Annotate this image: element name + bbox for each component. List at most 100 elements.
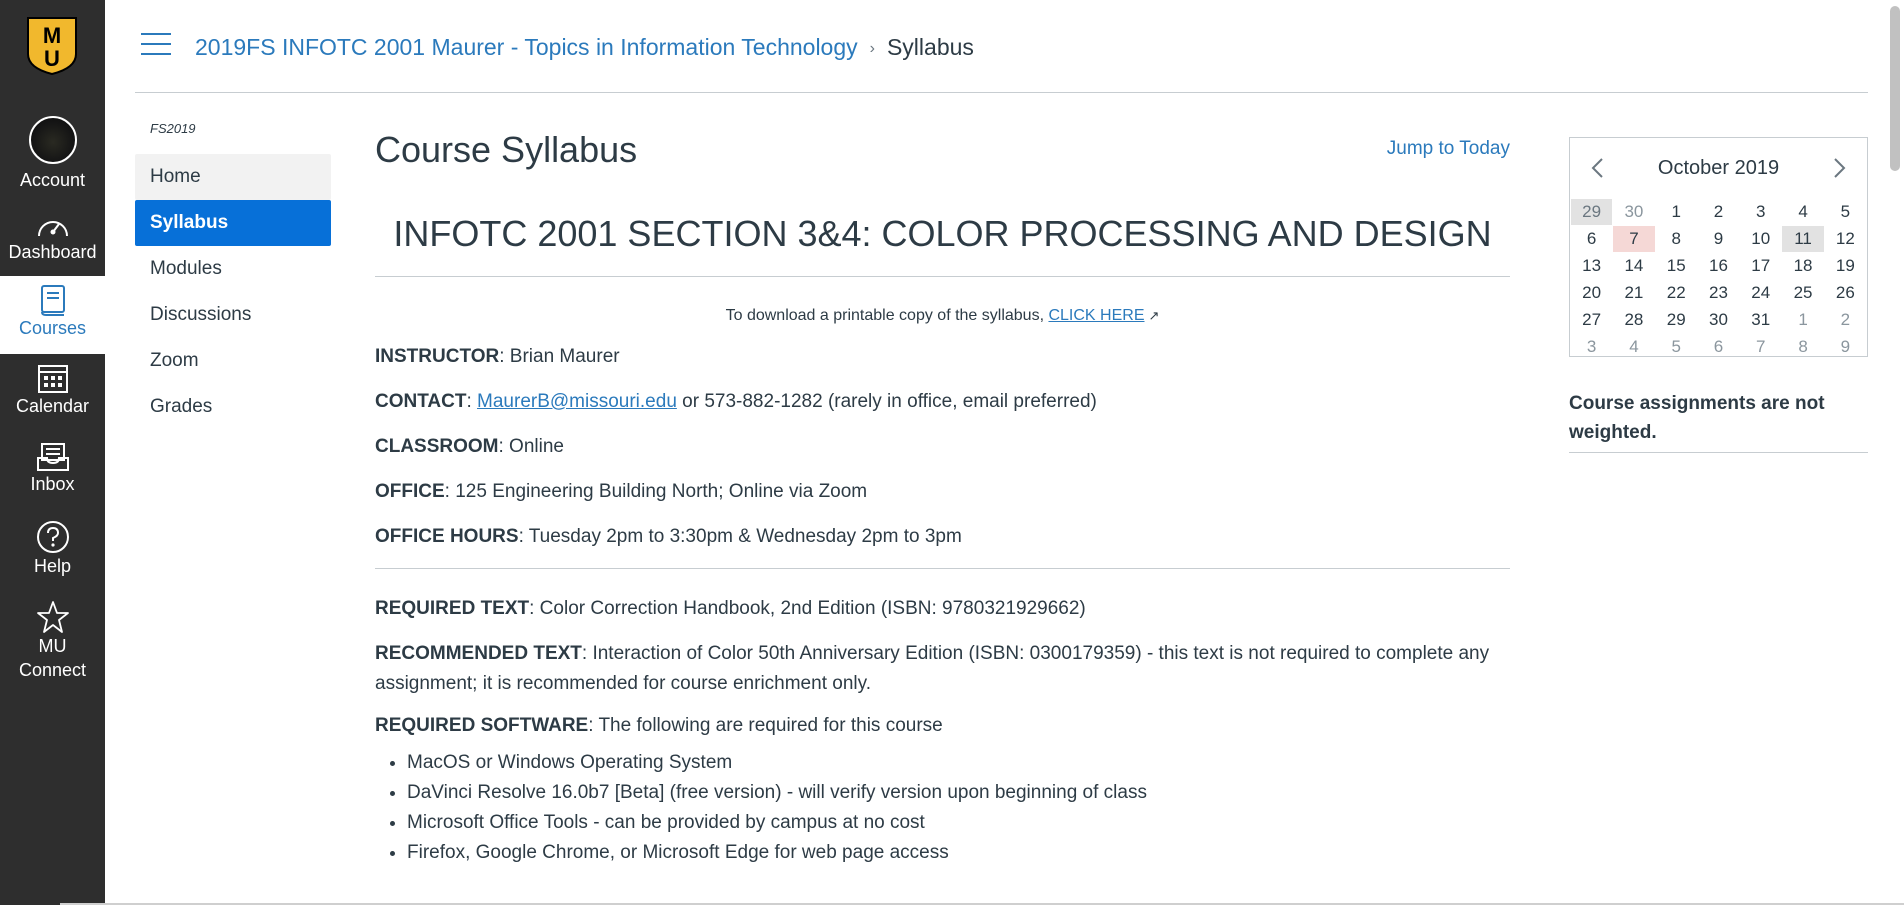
calendar-day[interactable]: 5 <box>1656 334 1697 360</box>
global-nav-inbox[interactable]: Inbox <box>0 442 105 496</box>
calendar-day[interactable]: 8 <box>1656 226 1697 252</box>
calendar-day[interactable]: 25 <box>1782 280 1823 306</box>
course-nav-discussions[interactable]: Discussions <box>135 292 331 338</box>
calendar-day[interactable]: 30 <box>1613 199 1654 225</box>
list-item: MacOS or Windows Operating System <box>407 748 1510 778</box>
calendar-day[interactable]: 6 <box>1571 226 1612 252</box>
help-icon <box>36 521 69 553</box>
calendar-grid: 29 30 1 2 3 4 5 6 7 8 9 10 11 12 13 14 15 16 17 18 19 20 21 22 2… <box>1570 198 1867 361</box>
calendar-day[interactable]: 28 <box>1613 307 1654 333</box>
svg-text:M: M <box>43 23 61 48</box>
mu-logo[interactable]: M U <box>26 16 78 76</box>
contact-label: CONTACT <box>375 391 467 412</box>
calendar-day[interactable]: 19 <box>1825 253 1866 279</box>
calendar-day[interactable]: 13 <box>1571 253 1612 279</box>
jump-to-today-link[interactable]: Jump to Today <box>1387 138 1510 160</box>
calendar-day[interactable]: 20 <box>1571 280 1612 306</box>
classroom-value: : Online <box>498 436 564 457</box>
global-nav-account[interactable]: Account <box>0 116 105 192</box>
calendar-next-button[interactable] <box>1829 156 1849 180</box>
calendar-day[interactable]: 4 <box>1613 334 1654 360</box>
avatar <box>28 116 77 164</box>
classroom-line: CLASSROOM: Online <box>375 435 1510 459</box>
recommended-text-label: RECOMMENDED TEXT <box>375 643 582 664</box>
course-nav-modules[interactable]: Modules <box>135 246 331 292</box>
calendar-day[interactable]: 7 <box>1740 334 1781 360</box>
required-text-value: : Color Correction Handbook, 2nd Edition… <box>529 598 1086 619</box>
breadcrumb-current: Syllabus <box>886 34 974 60</box>
global-nav-help[interactable]: Help <box>0 520 105 578</box>
course-nav-syllabus[interactable]: Syllabus <box>135 200 331 246</box>
course-nav-home[interactable]: Home <box>135 154 331 200</box>
calendar-day[interactable]: 11 <box>1782 226 1824 252</box>
calendar-day[interactable]: 4 <box>1782 199 1823 225</box>
required-text-label: REQUIRED TEXT <box>375 598 530 619</box>
office-hours-value: : Tuesday 2pm to 3:30pm & Wednesday 2pm … <box>518 526 962 547</box>
calendar-day[interactable]: 15 <box>1656 253 1697 279</box>
external-link-icon: ↗ <box>1148 308 1160 323</box>
breadcrumb-course-link[interactable]: 2019FS INFOTC 2001 Maurer - Topics in In… <box>195 34 858 60</box>
calendar-day[interactable]: 29 <box>1571 199 1613 225</box>
calendar-day[interactable]: 9 <box>1825 334 1866 360</box>
office-line: OFFICE: 125 Engineering Building North; … <box>375 480 1510 504</box>
calendar-day[interactable]: 16 <box>1698 253 1739 279</box>
calendar-day[interactable]: 1 <box>1782 307 1823 333</box>
office-value: : 125 Engineering Building North; Online… <box>444 481 868 502</box>
page-title: Course Syllabus <box>375 129 638 170</box>
global-nav-courses[interactable]: Courses <box>0 276 105 354</box>
weights-note: Course assignments are not weighted. <box>1569 389 1868 453</box>
calendar-header: October 2019 <box>1570 138 1867 198</box>
course-nav-grades[interactable]: Grades <box>135 384 331 430</box>
header: 2019FS INFOTC 2001 Maurer - Topics in In… <box>135 0 1868 93</box>
calendar-icon <box>37 365 68 393</box>
global-nav-calendar[interactable]: Calendar <box>0 362 105 418</box>
calendar-day[interactable]: 7 <box>1613 226 1655 252</box>
calendar-day[interactable]: 3 <box>1571 334 1612 360</box>
calendar-day[interactable]: 6 <box>1698 334 1739 360</box>
calendar-day[interactable]: 29 <box>1656 307 1697 333</box>
svg-text:U: U <box>44 46 60 71</box>
scrollbar-thumb[interactable] <box>1890 6 1900 171</box>
calendar-day[interactable]: 3 <box>1740 199 1781 225</box>
calendar-day[interactable]: 5 <box>1825 199 1866 225</box>
calendar-day[interactable]: 1 <box>1656 199 1697 225</box>
instructor-value: : Brian Maurer <box>499 346 620 367</box>
course-nav-zoom[interactable]: Zoom <box>135 338 331 384</box>
global-nav: M U Account Dashboard Courses Calendar I… <box>0 0 105 905</box>
course-nav: FS2019 Home Syllabus Modules Discussions… <box>135 120 331 430</box>
calendar-day[interactable]: 27 <box>1571 307 1612 333</box>
calendar-day[interactable]: 31 <box>1740 307 1781 333</box>
global-nav-dashboard[interactable]: Dashboard <box>0 212 105 264</box>
calendar-day[interactable]: 18 <box>1782 253 1823 279</box>
download-link[interactable]: CLICK HERE <box>1048 307 1144 324</box>
calendar-day[interactable]: 9 <box>1698 226 1739 252</box>
office-hours-label: OFFICE HOURS <box>375 526 519 547</box>
contact-sep: : <box>466 391 478 412</box>
calendar-day[interactable]: 30 <box>1698 307 1739 333</box>
global-nav-inbox-label: Inbox <box>30 474 75 494</box>
calendar-day[interactable]: 2 <box>1825 307 1866 333</box>
courses-icon <box>40 285 65 316</box>
calendar-day[interactable]: 2 <box>1698 199 1739 225</box>
calendar-day[interactable]: 22 <box>1656 280 1697 306</box>
calendar-day[interactable]: 14 <box>1613 253 1654 279</box>
star-icon <box>36 601 69 633</box>
calendar-day[interactable]: 26 <box>1825 280 1866 306</box>
hamburger-menu-button[interactable] <box>141 33 171 57</box>
calendar-day[interactable]: 10 <box>1740 226 1781 252</box>
syllabus-heading: INFOTC 2001 SECTION 3&4: COLOR PROCESSIN… <box>393 213 1492 254</box>
global-nav-mu-connect-label: MU Connect <box>18 636 87 680</box>
list-item: Microsoft Office Tools - can be provided… <box>407 808 1510 838</box>
calendar-day[interactable]: 12 <box>1825 226 1866 252</box>
calendar-day[interactable]: 21 <box>1613 280 1654 306</box>
scrollbar[interactable] <box>1884 0 1904 905</box>
global-nav-mu-connect[interactable]: MU Connect <box>0 600 105 682</box>
calendar-day[interactable]: 17 <box>1740 253 1781 279</box>
calendar-day[interactable]: 24 <box>1740 280 1781 306</box>
software-list: MacOS or Windows Operating System DaVinc… <box>375 748 1510 868</box>
inbox-icon <box>36 443 69 471</box>
calendar-day[interactable]: 23 <box>1698 280 1739 306</box>
calendar-day[interactable]: 8 <box>1782 334 1823 360</box>
calendar-week: 13 14 15 16 17 18 19 <box>1571 253 1866 279</box>
contact-email-link[interactable]: MaurerB@missouri.edu <box>477 391 677 412</box>
